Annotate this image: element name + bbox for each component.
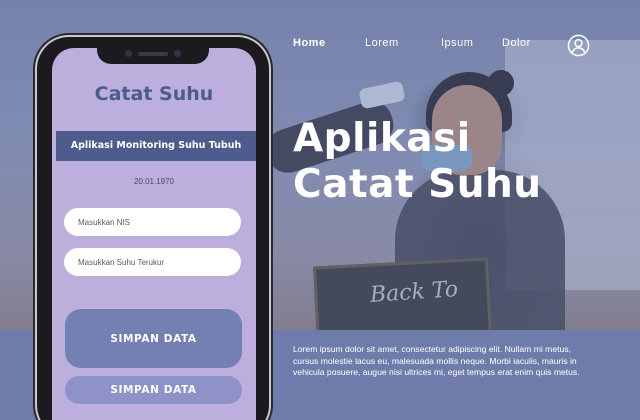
phone-sensor xyxy=(125,50,132,57)
hero-description: Lorem ipsum dolor sit amet, consectetur … xyxy=(293,344,580,378)
app-title: Catat Suhu xyxy=(94,83,214,105)
app-date: 20.01.1970 xyxy=(133,177,175,186)
nav-item-dolor[interactable]: Dolor xyxy=(502,37,531,49)
hero-title: Aplikasi Catat Suhu xyxy=(293,116,613,208)
save-data-secondary-button[interactable]: SIMPAN DATA xyxy=(65,376,242,404)
temperature-input[interactable] xyxy=(64,248,241,276)
phone-speaker xyxy=(138,52,168,56)
nav-item-ipsum[interactable]: Ipsum xyxy=(441,37,473,49)
nis-input[interactable] xyxy=(64,208,241,236)
save-data-button[interactable]: SIMPAN DATA xyxy=(65,309,242,368)
nav-item-lorem[interactable]: Lorem xyxy=(365,37,399,49)
nav-item-home[interactable]: Home xyxy=(293,37,326,49)
hero-title-line1: Aplikasi xyxy=(293,116,471,161)
user-circle-icon[interactable] xyxy=(567,34,590,57)
hero-title-line2: Catat Suhu xyxy=(293,162,542,207)
app-banner: Aplikasi Monitoring Suhu Tubuh xyxy=(56,131,256,161)
phone-camera xyxy=(174,50,181,57)
